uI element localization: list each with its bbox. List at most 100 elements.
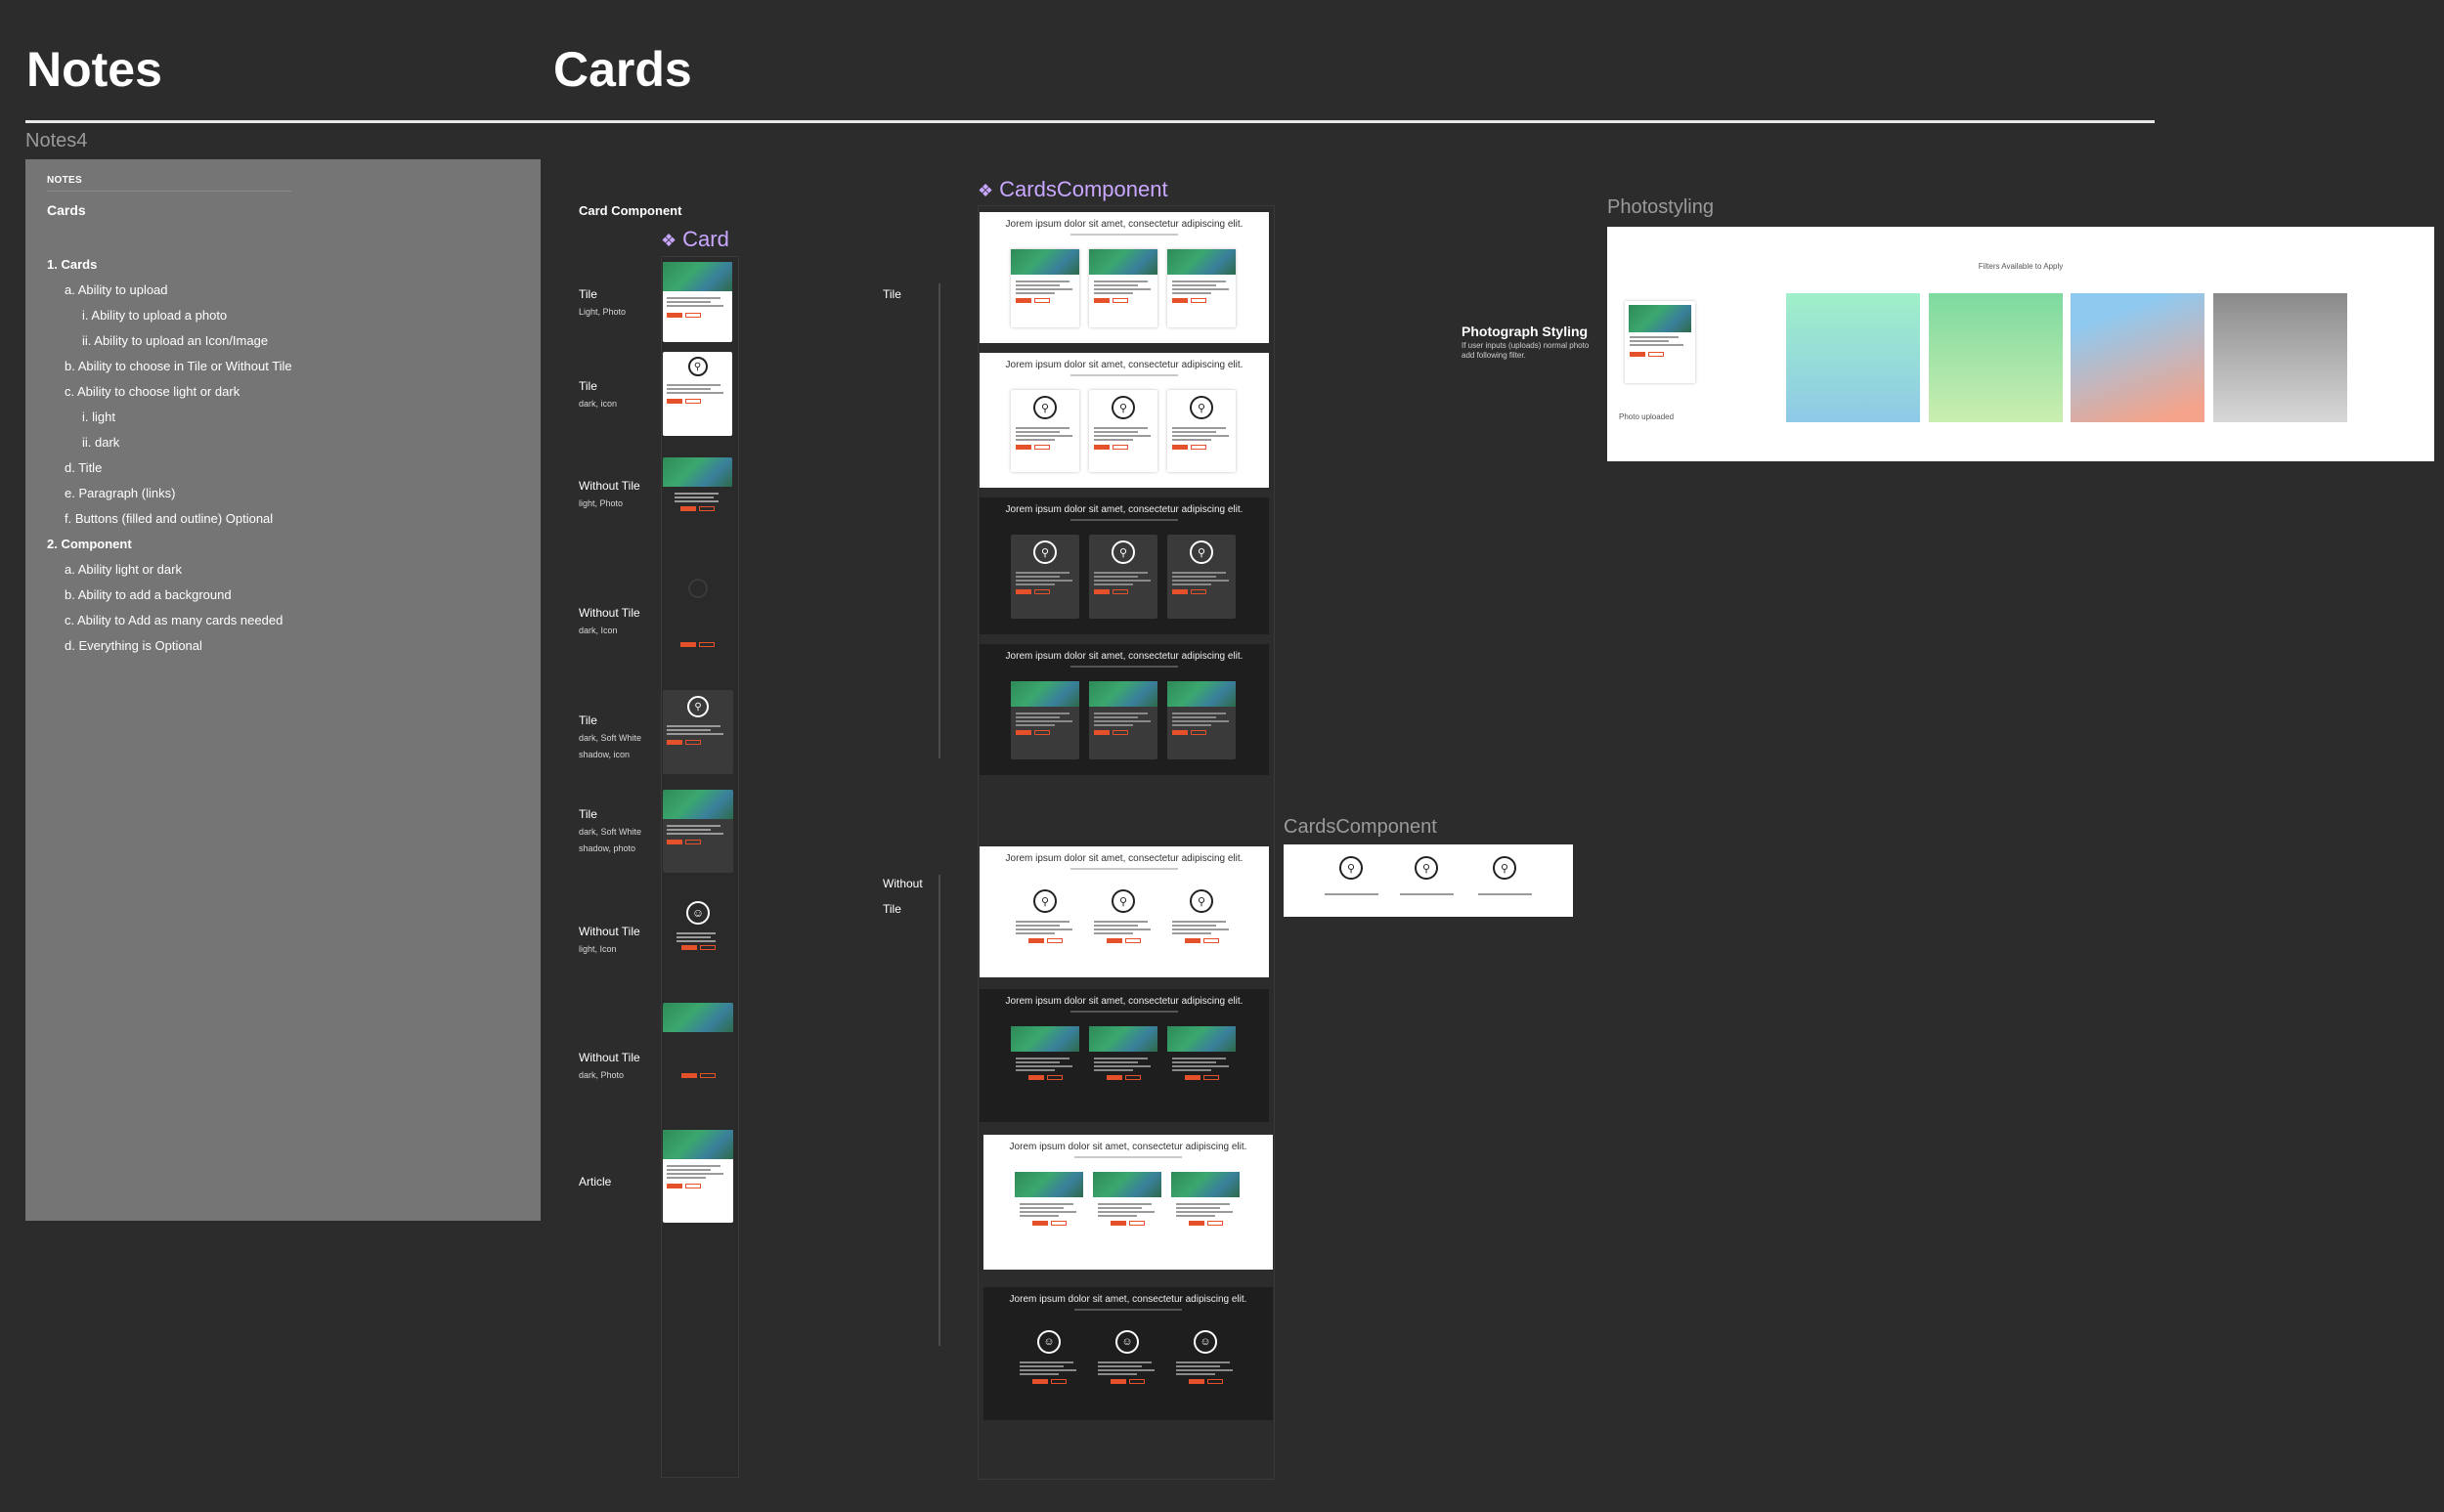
primary-button[interactable] xyxy=(1172,589,1188,594)
primary-button[interactable] xyxy=(1188,1221,1204,1226)
cards-row-card[interactable] xyxy=(1089,1026,1157,1106)
cards-row-card[interactable]: ☺ xyxy=(1015,1324,1083,1404)
outline-button[interactable] xyxy=(1046,1075,1063,1080)
cards-row[interactable]: Jorem ipsum dolor sit amet, consectetur … xyxy=(980,846,1269,977)
cards-row-card[interactable] xyxy=(1089,681,1157,759)
variant-thumb-without-tile-light-photo[interactable] xyxy=(663,457,732,538)
filter-swatch-aqua[interactable] xyxy=(1786,293,1920,422)
cards-row-card[interactable]: ⚲ xyxy=(1167,390,1236,472)
primary-button[interactable] xyxy=(1031,1221,1048,1226)
outline-button[interactable] xyxy=(1206,1379,1223,1384)
primary-button[interactable] xyxy=(1172,298,1188,303)
primary-button[interactable] xyxy=(1188,1379,1204,1384)
cards-row-card[interactable] xyxy=(1167,1026,1236,1106)
variant-thumb-without-tile-dark-icon[interactable] xyxy=(663,577,732,665)
variant-thumb-tile-light-photo[interactable] xyxy=(663,262,732,342)
primary-button[interactable] xyxy=(1184,1075,1200,1080)
outline-button[interactable] xyxy=(1191,730,1206,735)
filter-swatch-green[interactable] xyxy=(1929,293,2063,422)
outline-button[interactable] xyxy=(1128,1221,1145,1226)
notes-frame-label[interactable]: Notes4 xyxy=(25,130,87,152)
primary-button[interactable] xyxy=(1016,730,1031,735)
outline-button[interactable] xyxy=(1124,938,1141,943)
outline-button[interactable] xyxy=(1113,445,1128,450)
cards-row-card[interactable]: ⚲ xyxy=(1167,535,1236,619)
outline-button[interactable] xyxy=(1191,589,1206,594)
variant-thumb-tile-dark-shadow-icon[interactable]: ⚲ xyxy=(663,690,733,774)
variant-thumb-without-tile-light-icon[interactable]: ☺ xyxy=(663,899,733,981)
cards-row[interactable]: Jorem ipsum dolor sit amet, consectetur … xyxy=(983,1135,1273,1270)
outline-button[interactable] xyxy=(1124,1075,1141,1080)
outline-button[interactable] xyxy=(1113,298,1128,303)
outline-button[interactable] xyxy=(1034,445,1050,450)
primary-button[interactable] xyxy=(1016,298,1031,303)
outline-button[interactable] xyxy=(1050,1379,1067,1384)
outline-button[interactable] xyxy=(1206,1221,1223,1226)
cards-row-card[interactable]: ⚲ xyxy=(1011,390,1079,472)
primary-button[interactable] xyxy=(1106,1075,1122,1080)
outline-button[interactable] xyxy=(1050,1221,1067,1226)
outline-button[interactable] xyxy=(1113,730,1128,735)
primary-button[interactable] xyxy=(1094,298,1110,303)
cards-row-card[interactable]: ☺ xyxy=(1093,1324,1161,1404)
cards-component-title[interactable]: ❖ CardsComponent xyxy=(978,177,1168,202)
cards-row[interactable]: Jorem ipsum dolor sit amet, consectetur … xyxy=(980,644,1269,775)
primary-button[interactable] xyxy=(1184,938,1200,943)
cards-row[interactable]: Jorem ipsum dolor sit amet, consectetur … xyxy=(980,212,1269,343)
primary-button[interactable] xyxy=(1106,938,1122,943)
primary-button[interactable] xyxy=(1094,589,1110,594)
photostyling-frame[interactable]: Filters Available to Apply Photo uploade… xyxy=(1607,227,2434,461)
variant-thumb-article[interactable] xyxy=(663,1130,733,1223)
outline-button[interactable] xyxy=(1034,298,1050,303)
filter-swatch-grey[interactable] xyxy=(2213,293,2347,422)
cards-row-card[interactable] xyxy=(1011,681,1079,759)
cards-row[interactable]: Jorem ipsum dolor sit amet, consectetur … xyxy=(980,353,1269,488)
primary-button[interactable] xyxy=(1016,445,1031,450)
primary-button[interactable] xyxy=(1110,1379,1126,1384)
primary-button[interactable] xyxy=(1031,1379,1048,1384)
outline-button[interactable] xyxy=(1202,938,1219,943)
cards-row[interactable]: Jorem ipsum dolor sit amet, consectetur … xyxy=(980,497,1269,634)
outline-button[interactable] xyxy=(1034,589,1050,594)
cards-row-card[interactable]: ⚲ xyxy=(1089,390,1157,472)
cards-row-card[interactable] xyxy=(1167,681,1236,759)
cards-row-card[interactable] xyxy=(1171,1172,1240,1254)
cards-row-card[interactable] xyxy=(1011,1026,1079,1106)
notes-panel[interactable]: NOTES Cards 1. Cards a. Ability to upload… xyxy=(25,159,541,1221)
outline-button[interactable] xyxy=(1128,1379,1145,1384)
cards-row-card[interactable]: ⚲ xyxy=(1167,884,1236,962)
outline-button[interactable] xyxy=(1202,1075,1219,1080)
primary-button[interactable] xyxy=(1172,730,1188,735)
primary-button[interactable] xyxy=(1094,445,1110,450)
cards-row-card[interactable]: ☺ xyxy=(1171,1324,1240,1404)
card-component-title[interactable]: ❖ Card xyxy=(661,227,729,252)
cards-row-card[interactable]: ⚲ xyxy=(1011,884,1079,962)
outline-button[interactable] xyxy=(1191,445,1206,450)
cards-row-card[interactable] xyxy=(1011,249,1079,327)
cards-row[interactable]: Jorem ipsum dolor sit amet, consectetur … xyxy=(983,1287,1273,1420)
primary-button[interactable] xyxy=(1172,445,1188,450)
variant-thumb-tile-dark-icon[interactable]: ⚲ xyxy=(663,352,732,436)
outline-button[interactable] xyxy=(1191,298,1206,303)
cards-row-card[interactable] xyxy=(1093,1172,1161,1254)
variant-thumb-tile-dark-shadow-photo[interactable] xyxy=(663,790,733,873)
primary-button[interactable] xyxy=(1016,589,1031,594)
filter-swatch-sunset[interactable] xyxy=(2071,293,2204,422)
primary-button[interactable] xyxy=(1110,1221,1126,1226)
primary-button[interactable] xyxy=(1027,938,1044,943)
cards-component-2-label[interactable]: CardsComponent xyxy=(1284,816,1437,839)
photostyling-label[interactable]: Photostyling xyxy=(1607,196,1714,219)
cards-row-card[interactable]: ⚲ xyxy=(1089,535,1157,619)
cards-row-card[interactable] xyxy=(1167,249,1236,327)
cards-row[interactable]: Jorem ipsum dolor sit amet, consectetur … xyxy=(980,989,1269,1122)
cards-component-2-frame[interactable]: ⚲ ⚲ ⚲ xyxy=(1284,844,1573,917)
cards-row-card[interactable]: ⚲ xyxy=(1011,535,1079,619)
primary-button[interactable] xyxy=(1094,730,1110,735)
outline-button[interactable] xyxy=(1113,589,1128,594)
primary-button[interactable] xyxy=(1027,1075,1044,1080)
cards-row-card[interactable] xyxy=(1015,1172,1083,1254)
cards-row-card[interactable]: ⚲ xyxy=(1089,884,1157,962)
outline-button[interactable] xyxy=(1034,730,1050,735)
outline-button[interactable] xyxy=(1046,938,1063,943)
variant-thumb-without-tile-dark-photo[interactable] xyxy=(663,1003,733,1085)
